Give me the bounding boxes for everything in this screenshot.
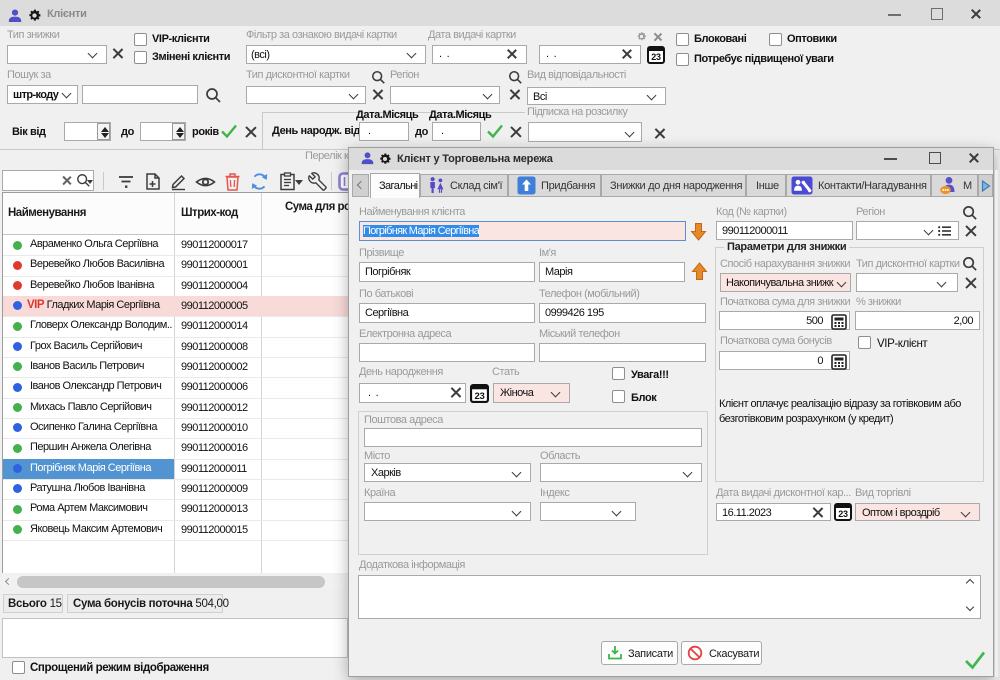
svg-text:23: 23	[475, 391, 485, 402]
svg-text:23: 23	[651, 52, 661, 62]
svg-text:23: 23	[838, 509, 848, 519]
